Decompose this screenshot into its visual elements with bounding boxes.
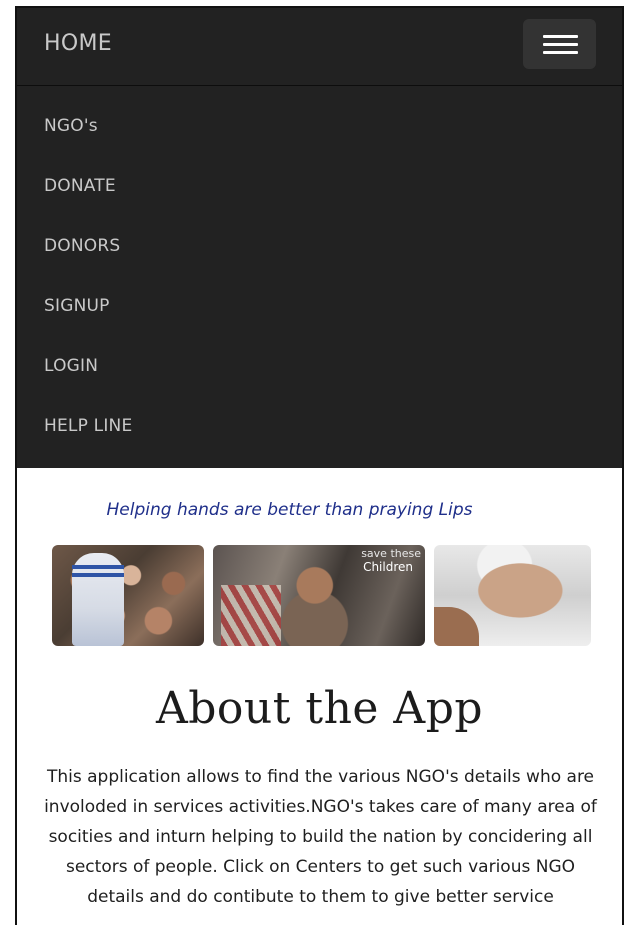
tagline: Helping hands are better than praying Li… bbox=[106, 500, 473, 520]
about-heading: About the App bbox=[155, 683, 484, 734]
menu-item-ngos[interactable]: NGO's bbox=[44, 116, 98, 136]
menu-item-login[interactable]: LOGIN bbox=[44, 356, 98, 376]
photo-caption-line2: Children bbox=[363, 560, 413, 574]
menu-item-donate[interactable]: DONATE bbox=[44, 176, 116, 196]
photo-save-children: save these Children bbox=[213, 545, 425, 646]
about-text: This application allows to find the vari… bbox=[44, 767, 597, 907]
brand-home-link[interactable]: HOME bbox=[44, 31, 112, 56]
menu-item-help-line[interactable]: HELP LINE bbox=[44, 416, 132, 436]
photo-elderly-woman bbox=[434, 545, 591, 646]
menu-item-donors[interactable]: DONORS bbox=[44, 236, 120, 256]
photo-mother-with-children bbox=[52, 545, 204, 646]
photo-caption-line1: save these bbox=[361, 547, 421, 560]
navbar: HOME bbox=[17, 8, 622, 86]
nav-menu: NGO's DONATE DONORS SIGNUP LOGIN HELP LI… bbox=[17, 86, 622, 468]
menu-item-signup[interactable]: SIGNUP bbox=[44, 296, 110, 316]
app-frame: HOME NGO's DONATE DONORS SIGNUP LOGIN HE… bbox=[15, 6, 624, 925]
menu-toggle-button[interactable] bbox=[523, 19, 596, 69]
